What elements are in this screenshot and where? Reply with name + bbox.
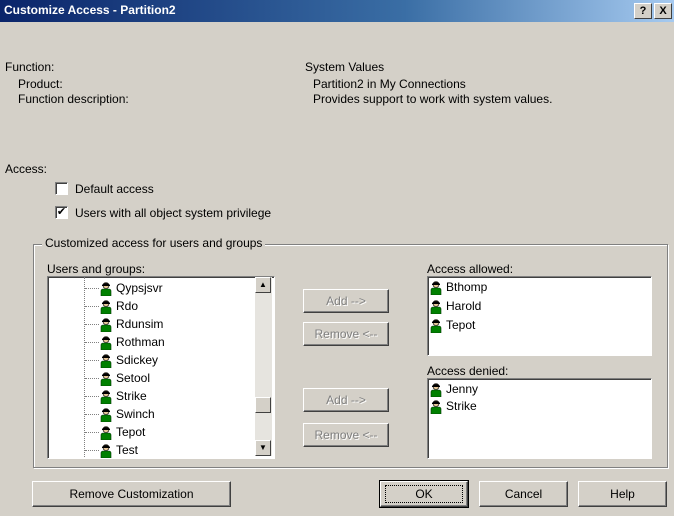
- user-tree-item-label: Sdickey: [116, 353, 159, 367]
- title-bar: Customize Access - Partition2 ? X: [0, 0, 674, 22]
- users-scrollbar[interactable]: ▲ ▼: [255, 277, 272, 456]
- tree-branch: [85, 306, 99, 307]
- access-denied-list[interactable]: Jenny Strike: [427, 378, 652, 459]
- tree-branch: [85, 414, 99, 415]
- user-tree-item[interactable]: Strike: [100, 387, 147, 405]
- denied-list-item[interactable]: Jenny: [430, 380, 478, 398]
- user-tree-item-label: Test: [116, 443, 139, 457]
- user-tree-item[interactable]: Setool: [100, 369, 150, 387]
- allowed-list-item-label: Bthomp: [446, 280, 488, 294]
- add-allowed-button[interactable]: Add -->: [303, 289, 389, 313]
- user-tree-item[interactable]: Rothman: [100, 333, 165, 351]
- tree-branch: [85, 396, 99, 397]
- user-icon: [100, 354, 112, 369]
- add-denied-button[interactable]: Add -->: [303, 388, 389, 412]
- default-access-checkbox[interactable]: [55, 182, 68, 195]
- access-label: Access:: [5, 162, 48, 176]
- arrow-down-icon[interactable]: ▼: [255, 440, 271, 456]
- user-tree-item-label: Setool: [116, 371, 151, 385]
- user-tree-item-label: Rdo: [116, 299, 139, 313]
- tree-branch: [85, 360, 99, 361]
- access-denied-label: Access denied:: [427, 364, 509, 378]
- help-button[interactable]: Help: [578, 481, 667, 507]
- denied-list-item[interactable]: Strike: [430, 397, 477, 415]
- user-icon: [100, 300, 112, 315]
- user-tree-item-label: Rothman: [116, 335, 165, 349]
- tree-branch: [85, 288, 99, 289]
- user-tree-item-label: Rdunsim: [116, 317, 164, 331]
- customized-access-group-label: Customized access for users and groups: [42, 236, 266, 250]
- tree-branch: [85, 432, 99, 433]
- arrow-up-icon[interactable]: ▲: [255, 277, 271, 293]
- user-tree-item[interactable]: Rdo: [100, 297, 138, 315]
- product-label: Product:: [18, 77, 63, 91]
- user-tree-item-label: Tepot: [116, 425, 146, 439]
- product-value: Partition2 in My Connections: [313, 77, 466, 91]
- allowed-list-item[interactable]: Bthomp: [430, 278, 487, 296]
- user-tree-item[interactable]: Tepot: [100, 423, 145, 441]
- user-tree-item[interactable]: Test: [100, 441, 139, 458]
- allowed-list-item[interactable]: Tepot: [430, 316, 475, 334]
- close-title-button[interactable]: X: [654, 3, 672, 19]
- remove-denied-button[interactable]: Remove <--: [303, 423, 389, 447]
- remove-customization-button[interactable]: Remove Customization: [32, 481, 231, 507]
- tree-branch: [85, 450, 99, 451]
- all-object-privilege-checkbox[interactable]: ✔: [55, 206, 68, 219]
- user-tree-item-label: Qypsjsvr: [116, 281, 163, 295]
- tree-connector: [84, 277, 85, 457]
- users-groups-list[interactable]: Qypsjsvr Rdo Rdunsim Rothman Sdickey Setool St…: [47, 276, 275, 459]
- user-icon: [100, 282, 112, 297]
- ok-button[interactable]: OK: [379, 480, 469, 508]
- user-tree-item[interactable]: Sdickey: [100, 351, 158, 369]
- user-icon: [430, 300, 442, 315]
- user-icon: [100, 318, 112, 333]
- customize-access-dialog: Customize Access - Partition2 ? X Functi…: [0, 0, 674, 516]
- user-tree-item-label: Swinch: [116, 407, 155, 421]
- function-label: Function:: [5, 60, 55, 74]
- user-icon: [100, 408, 112, 423]
- all-object-privilege-label: Users with all object system privilege: [75, 206, 272, 220]
- denied-list-item-label: Strike: [446, 399, 477, 413]
- user-icon: [430, 281, 442, 296]
- default-access-label: Default access: [75, 182, 154, 196]
- tree-branch: [85, 324, 99, 325]
- user-icon: [100, 426, 112, 441]
- allowed-list-item-label: Tepot: [446, 318, 476, 332]
- ok-focus-rect: [385, 485, 463, 503]
- user-icon: [100, 372, 112, 387]
- window-title: Customize Access - Partition2: [4, 3, 176, 17]
- user-tree-item-label: Strike: [116, 389, 147, 403]
- user-icon: [100, 390, 112, 405]
- remove-allowed-button[interactable]: Remove <--: [303, 322, 389, 346]
- user-tree-item[interactable]: Rdunsim: [100, 315, 163, 333]
- function-description-value: Provides support to work with system val…: [313, 92, 553, 106]
- allowed-list-item-label: Harold: [446, 299, 482, 313]
- users-groups-label: Users and groups:: [47, 262, 146, 276]
- user-icon: [430, 319, 442, 334]
- denied-list-item-label: Jenny: [446, 382, 479, 396]
- tree-branch: [85, 378, 99, 379]
- user-tree-item[interactable]: Swinch: [100, 405, 155, 423]
- scrollbar-thumb[interactable]: [255, 397, 271, 413]
- function-value: System Values: [305, 60, 385, 74]
- user-icon: [430, 400, 442, 415]
- tree-branch: [85, 342, 99, 343]
- function-description-label: Function description:: [18, 92, 129, 106]
- user-icon: [100, 444, 112, 458]
- user-icon: [100, 336, 112, 351]
- help-title-button[interactable]: ?: [634, 3, 652, 19]
- user-icon: [430, 383, 442, 398]
- user-tree-item[interactable]: Qypsjsvr: [100, 279, 163, 297]
- cancel-button[interactable]: Cancel: [479, 481, 568, 507]
- access-allowed-list[interactable]: Bthomp Harold Tepot: [427, 276, 652, 356]
- allowed-list-item[interactable]: Harold: [430, 297, 481, 315]
- access-allowed-label: Access allowed:: [427, 262, 514, 276]
